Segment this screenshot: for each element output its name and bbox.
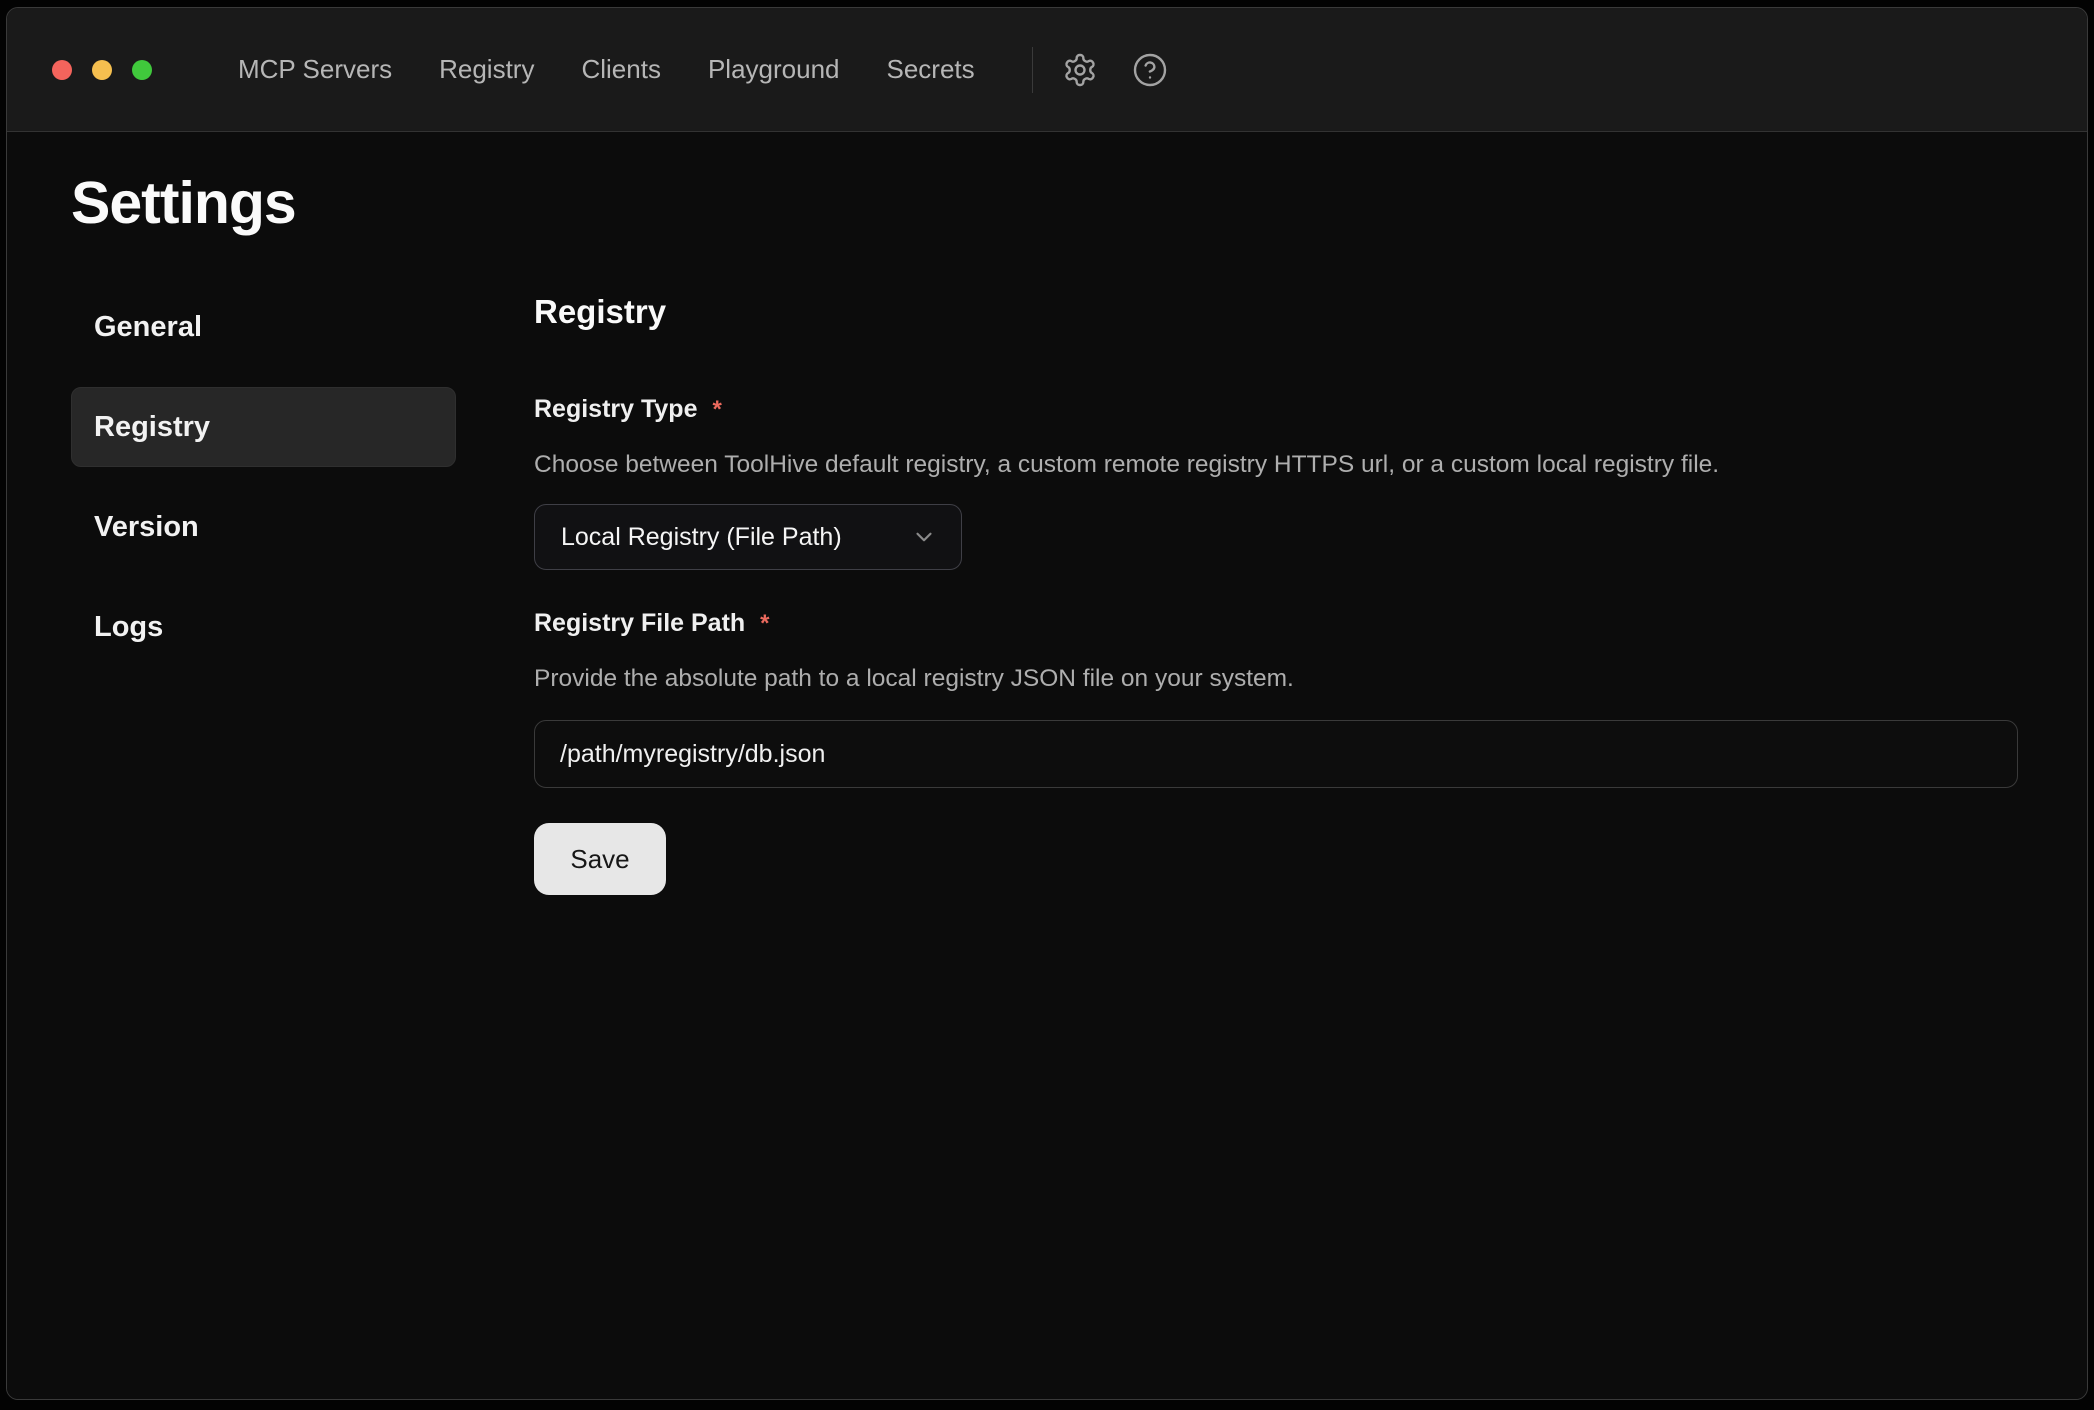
- traffic-lights: [52, 60, 152, 80]
- sidebar-item-general[interactable]: General: [71, 287, 456, 367]
- registry-type-label: Registry Type*: [534, 394, 2018, 425]
- chevron-down-icon: [911, 524, 937, 550]
- app-window: MCP Servers Registry Clients Playground …: [6, 7, 2088, 1400]
- sidebar-item-logs[interactable]: Logs: [71, 587, 456, 667]
- help-icon[interactable]: [1131, 51, 1169, 89]
- registry-type-select[interactable]: Local Registry (File Path): [534, 504, 962, 570]
- page-title: Settings: [71, 169, 2018, 237]
- sidebar-item-registry[interactable]: Registry: [71, 387, 456, 467]
- nav-item-clients[interactable]: Clients: [581, 54, 660, 85]
- settings-layout: General Registry Version Logs Registry R…: [71, 287, 2018, 895]
- sidebar-item-version[interactable]: Version: [71, 487, 456, 567]
- nav-item-registry[interactable]: Registry: [439, 54, 534, 85]
- file-path-input[interactable]: [534, 720, 2018, 788]
- titlebar-icons: [1061, 51, 1169, 89]
- zoom-window-button[interactable]: [132, 60, 152, 80]
- settings-gear-icon[interactable]: [1061, 51, 1099, 89]
- nav-item-secrets[interactable]: Secrets: [887, 54, 975, 85]
- minimize-window-button[interactable]: [92, 60, 112, 80]
- required-asterisk: *: [712, 396, 721, 423]
- file-path-label: Registry File Path*: [534, 608, 2018, 639]
- top-navigation: MCP Servers Registry Clients Playground …: [238, 54, 975, 85]
- required-asterisk: *: [760, 610, 769, 637]
- nav-item-playground[interactable]: Playground: [708, 54, 840, 85]
- settings-sidebar: General Registry Version Logs: [71, 287, 456, 895]
- save-button[interactable]: Save: [534, 823, 666, 895]
- titlebar-divider: [1032, 47, 1033, 93]
- close-window-button[interactable]: [52, 60, 72, 80]
- file-path-description: Provide the absolute path to a local reg…: [534, 664, 2018, 694]
- registry-type-description: Choose between ToolHive default registry…: [534, 450, 2018, 480]
- registry-section-heading: Registry: [534, 293, 2018, 331]
- registry-settings-panel: Registry Registry Type* Choose between T…: [534, 287, 2018, 895]
- settings-page: Settings General Registry Version Logs R…: [7, 132, 2087, 1399]
- registry-type-selected-value: Local Registry (File Path): [561, 523, 842, 552]
- nav-item-mcp-servers[interactable]: MCP Servers: [238, 54, 392, 85]
- titlebar: MCP Servers Registry Clients Playground …: [7, 8, 2087, 132]
